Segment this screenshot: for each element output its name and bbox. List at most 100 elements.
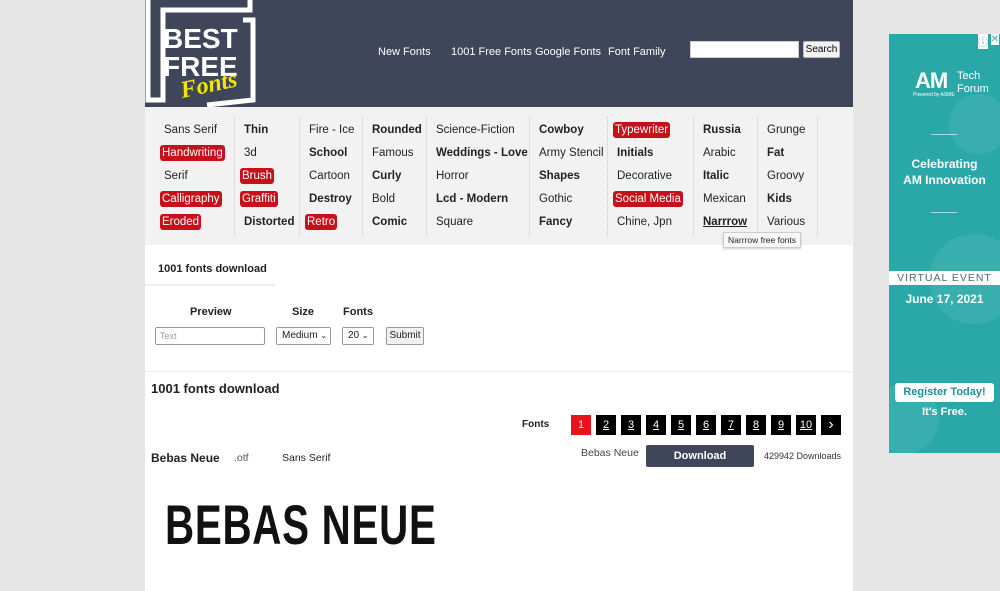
ad-close-icon[interactable]: ✕ [990, 34, 999, 45]
category-link-shapes[interactable]: Shapes [537, 168, 582, 184]
category-link-arabic[interactable]: Arabic [701, 145, 738, 161]
category-link-rounded[interactable]: Rounded [370, 122, 424, 138]
category-link-typewriter[interactable]: Typewriter [613, 122, 671, 138]
category-link-retro[interactable]: Retro [305, 214, 338, 230]
category-link-groovy[interactable]: Groovy [765, 168, 806, 184]
category-link-distorted[interactable]: Distorted [242, 214, 296, 230]
ad-headline-2: AM Innovation [903, 173, 986, 187]
category-link-square[interactable]: Square [434, 214, 475, 230]
category-link-army-stencil[interactable]: Army Stencil [537, 145, 606, 161]
fonts-count-select[interactable]: 20 ⌄ [342, 327, 374, 345]
category-link-gothic[interactable]: Gothic [537, 191, 574, 207]
ad-brand-sub: Tech Forum [957, 70, 989, 95]
category-column: Cowboy Army Stencil Shapes Gothic Fancy [530, 117, 608, 237]
page-9-button[interactable]: 9 [771, 415, 791, 435]
preview-text-input[interactable]: Text [155, 327, 265, 345]
category-link-cartoon[interactable]: Cartoon [307, 168, 352, 184]
category-link-fire-ice[interactable]: Fire - Ice [307, 122, 356, 138]
category-link-bold[interactable]: Bold [370, 191, 397, 207]
section-heading: 1001 fonts download [151, 381, 280, 396]
ad-headline-1: Celebrating [911, 157, 978, 171]
ad-date: June 17, 2021 [905, 292, 984, 306]
category-column: Sans Serif Handwriting Serif Calligraphy Ero… [155, 117, 235, 237]
page-8-button[interactable]: 8 [746, 415, 766, 435]
category-link-narrrow[interactable]: Narrrow [701, 214, 749, 230]
category-column: Science-Fiction Weddings - Love Horror Lcd … [427, 117, 530, 237]
ad-info-icon[interactable]: ⓘ [978, 34, 988, 49]
category-link-eroded[interactable]: Eroded [160, 214, 202, 230]
category-link-grunge[interactable]: Grunge [765, 122, 807, 138]
ad-event: VIRTUAL EVENT [889, 271, 1000, 285]
nav-google-fonts[interactable]: Google Fonts [535, 46, 601, 58]
submit-button[interactable]: Submit [386, 327, 424, 345]
category-column: Thin 3d Brush Graffiti Distorted [235, 117, 300, 237]
category-link-comic[interactable]: Comic [370, 214, 409, 230]
category-link-horror[interactable]: Horror [434, 168, 471, 184]
category-link-graffiti[interactable]: Graffiti [240, 191, 278, 207]
advertisement[interactable]: ⓘ ✕ AM Tech Forum Powered by ASME Celebr… [889, 34, 1000, 453]
category-link-decorative[interactable]: Decorative [615, 168, 674, 184]
page-5-button[interactable]: 5 [671, 415, 691, 435]
page-4-button[interactable]: 4 [646, 415, 666, 435]
page-6-button[interactable]: 6 [696, 415, 716, 435]
category-link-social-media[interactable]: Social Media [613, 191, 683, 207]
page-3-button[interactable]: 3 [621, 415, 641, 435]
page-7-button[interactable]: 7 [721, 415, 741, 435]
category-link-handwriting[interactable]: Handwriting [160, 145, 225, 161]
category-menu: Sans Serif Handwriting Serif Calligraphy Ero… [145, 107, 853, 245]
svg-text:BEST: BEST [163, 23, 238, 54]
nav-new-fonts[interactable]: New Fonts [378, 46, 431, 58]
size-value: Medium [282, 330, 318, 341]
font-category[interactable]: Sans Serif [282, 452, 330, 464]
page-2-button[interactable]: 2 [596, 415, 616, 435]
category-link-thin[interactable]: Thin [242, 122, 270, 138]
download-button[interactable]: Download [646, 445, 754, 467]
category-link-sans-serif[interactable]: Sans Serif [162, 122, 219, 138]
search-button[interactable]: Search [803, 41, 840, 58]
fonts-count-value: 20 [348, 330, 360, 341]
tooltip: Narrrow free fonts [723, 232, 802, 248]
category-link-cowboy[interactable]: Cowboy [537, 122, 586, 138]
category-link-kids[interactable]: Kids [765, 191, 794, 207]
font-name[interactable]: Bebas Neue [151, 451, 220, 465]
category-link-chine-jpn[interactable]: Chine, Jpn [615, 214, 674, 230]
search-input[interactable] [690, 41, 799, 58]
category-link-curly[interactable]: Curly [370, 168, 403, 184]
page-10-button[interactable]: 10 [796, 415, 816, 435]
category-link-destroy[interactable]: Destroy [307, 191, 354, 207]
next-page-icon[interactable]: › [821, 415, 841, 435]
category-link-calligraphy[interactable]: Calligraphy [160, 191, 222, 207]
category-link-3d[interactable]: 3d [242, 145, 259, 161]
category-link-serif[interactable]: Serif [162, 168, 190, 184]
page-1-button[interactable]: 1 [571, 415, 591, 435]
category-link-lcd-modern[interactable]: Lcd - Modern [434, 191, 510, 207]
tab-1001-fonts-download[interactable]: 1001 fonts download [145, 255, 275, 286]
category-link-various[interactable]: Various [765, 214, 807, 230]
category-link-russia[interactable]: Russia [701, 122, 743, 138]
category-link-weddings-love[interactable]: Weddings - Love [434, 145, 530, 161]
header: BEST FREE Fonts New Fonts 1001 Free Font… [145, 0, 853, 107]
category-link-fat[interactable]: Fat [765, 145, 786, 161]
chevron-down-icon: ⌄ [320, 331, 328, 340]
category-link-initials[interactable]: Initials [615, 145, 655, 161]
divider [145, 371, 853, 372]
category-link-brush[interactable]: Brush [240, 168, 275, 184]
category-link-school[interactable]: School [307, 145, 349, 161]
category-link-italic[interactable]: Italic [701, 168, 731, 184]
nav-font-family[interactable]: Font Family [608, 46, 665, 58]
ad-register-button[interactable]: Register Today! [895, 383, 994, 402]
category-column: Typewriter Initials Decorative Social Media… [608, 117, 694, 237]
font-preview-image[interactable]: BEBAS NEUE [165, 492, 437, 557]
category-link-fancy[interactable]: Fancy [537, 214, 574, 230]
category-link-mexican[interactable]: Mexican [701, 191, 748, 207]
category-link-famous[interactable]: Famous [370, 145, 416, 161]
tab-label: 1001 fonts download [158, 263, 267, 275]
ad-powered: Powered by ASME [913, 92, 955, 98]
size-select[interactable]: Medium ⌄ [276, 327, 331, 345]
category-link-science-fiction[interactable]: Science-Fiction [434, 122, 517, 138]
nav-1001-free-fonts[interactable]: 1001 Free Fonts [451, 46, 532, 58]
site-logo[interactable]: BEST FREE Fonts [145, 0, 260, 107]
font-extension: .otf [234, 452, 249, 464]
ad-cta-sub: It's Free. [922, 406, 967, 418]
download-count: 429942 Downloads [764, 451, 842, 461]
